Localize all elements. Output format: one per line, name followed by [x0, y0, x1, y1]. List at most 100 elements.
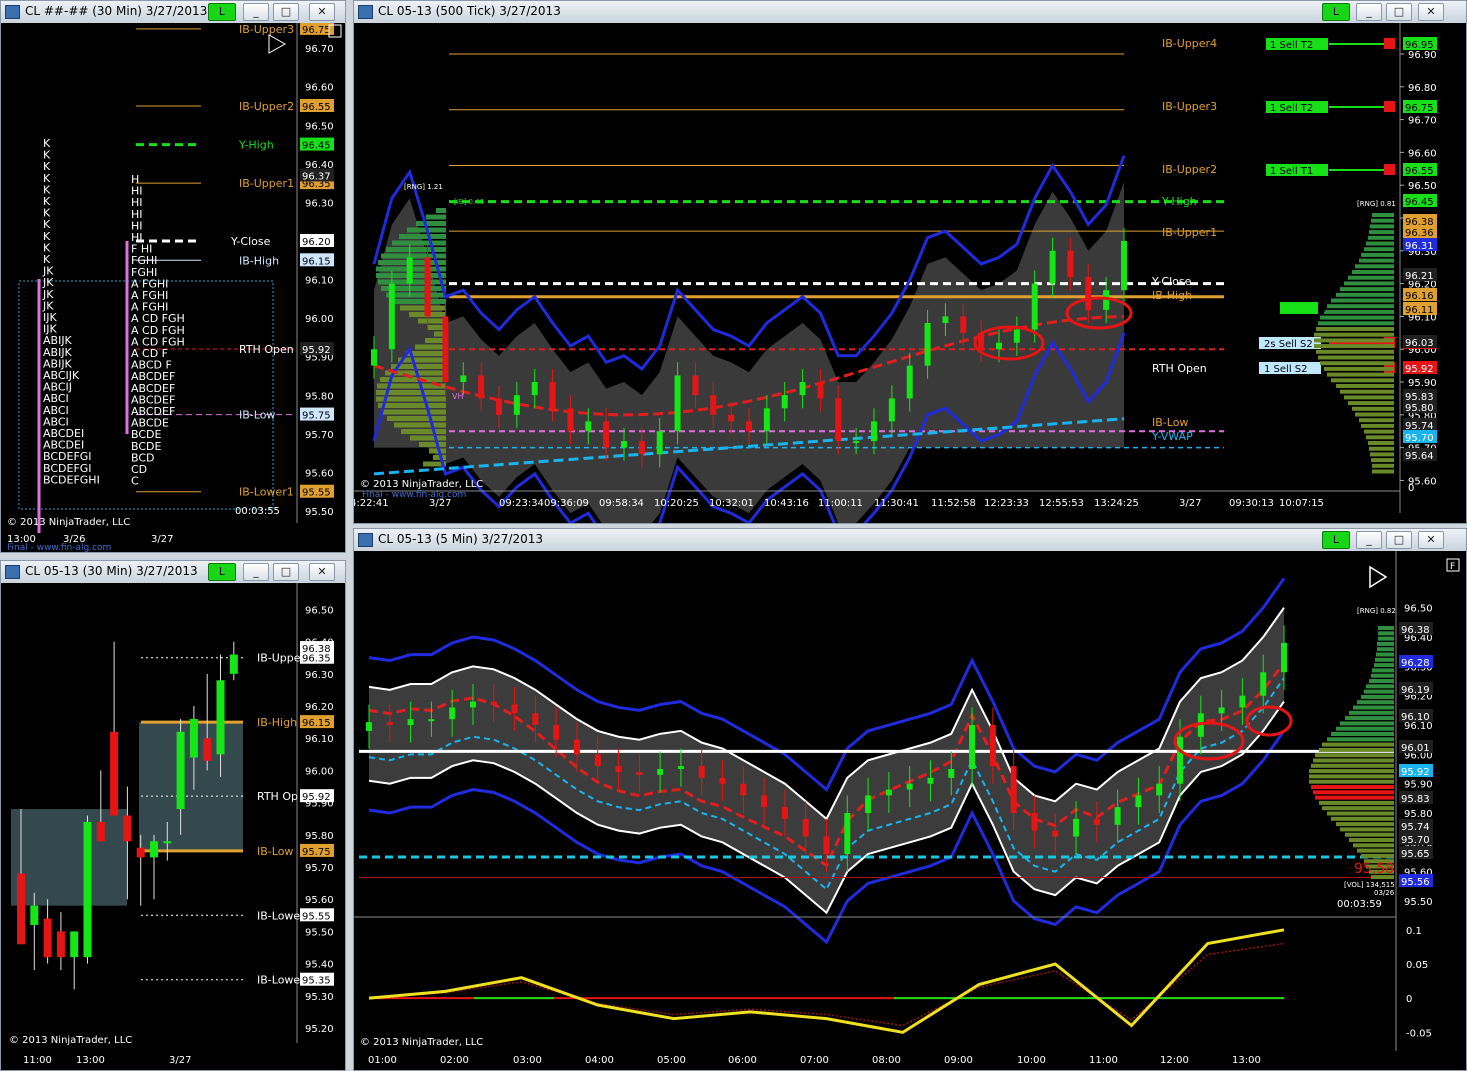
pnl-qty: 3 — [1320, 304, 1326, 315]
minimize-button[interactable]: _ — [1356, 3, 1382, 21]
order-label: 2s Sell S2 — [1264, 339, 1313, 350]
link-button[interactable]: L — [1322, 531, 1350, 549]
candle-body — [636, 771, 643, 775]
thirty-title: CL 05-13 (30 Min) 3/27/2013 — [25, 564, 198, 578]
candle-body — [163, 841, 172, 844]
maximize-button[interactable]: □ — [1386, 531, 1412, 549]
candle-body — [948, 769, 955, 778]
price-tick-label: 96.10 — [305, 734, 334, 745]
profile-bar — [1361, 423, 1394, 428]
footer-link: Final - www.fin-alg.com — [7, 543, 111, 552]
five-chart[interactable]: 96.5096.4096.3096.2096.1096.0095.9095.80… — [354, 551, 1466, 1070]
close-button[interactable]: ✕ — [309, 3, 335, 21]
order-label: 1 Sell S2 — [1264, 364, 1308, 375]
candle-body — [386, 722, 393, 726]
profile-bar — [394, 422, 446, 428]
candle-body — [30, 905, 39, 925]
price-tick-label: 96.30 — [305, 670, 334, 681]
thirty-titlebar[interactable]: CL 05-13 (30 Min) 3/27/2013 L _ □ ✕ — [1, 561, 345, 584]
profile-bar — [1369, 230, 1394, 235]
candle-body — [43, 918, 52, 958]
price-tick-label: 95.80 — [1404, 809, 1433, 820]
right-tag: 96.31 — [1405, 241, 1434, 252]
profile-bar — [1349, 710, 1394, 715]
profile-bar — [1331, 816, 1394, 821]
candle-body — [969, 725, 976, 770]
candle-body — [865, 795, 872, 814]
five-window[interactable]: CL 05-13 (5 Min) 3/27/2013 L _ □ ✕ 96.50… — [353, 528, 1467, 1071]
profile-bar — [1320, 361, 1394, 366]
candle-body — [1177, 736, 1184, 784]
right-tag: 95.65 — [1401, 849, 1430, 860]
five-titlebar[interactable]: CL 05-13 (5 Min) 3/27/2013 L _ □ ✕ — [354, 529, 1466, 552]
thirty-window[interactable]: CL 05-13 (30 Min) 3/27/2013 L _ □ ✕ 96.5… — [0, 560, 346, 1071]
profile-bar — [1309, 769, 1394, 774]
profile-bar — [1314, 332, 1394, 337]
candle-body — [442, 316, 449, 383]
time-label: 07:00 — [800, 1055, 829, 1066]
time-label: 03:00 — [513, 1055, 542, 1066]
profile-bar — [1316, 349, 1394, 354]
tpo-chart[interactable]: 96.7096.6096.5096.4096.3096.2096.1096.00… — [1, 23, 345, 552]
candle-body — [746, 421, 752, 432]
right-tag: 96.28 — [1401, 658, 1430, 669]
candle-body — [123, 815, 132, 842]
candle-body — [621, 441, 627, 448]
candle-body — [1067, 250, 1074, 278]
link-button[interactable]: L — [208, 3, 236, 21]
profile-bar — [1361, 694, 1394, 699]
level-tag: 96.35 — [302, 654, 331, 665]
tpo-window[interactable]: CL ##-## (30 Min) 3/27/2013 L _ □ ✕ 96.7… — [0, 0, 346, 553]
candle-body — [1031, 813, 1038, 831]
time-label: 11:30:41 — [874, 498, 919, 509]
link-button[interactable]: L — [1322, 3, 1350, 21]
profile-bar — [1340, 287, 1394, 292]
tick-chart[interactable]: 96.9096.8096.7096.6096.5096.4096.3096.20… — [354, 23, 1466, 523]
candle-body — [513, 395, 520, 415]
range-left: [RNG] 1.21 — [404, 183, 443, 191]
level-label: IB-Upper — [257, 652, 306, 665]
pnl-value: 0.27 — [1282, 304, 1304, 315]
profile-bar — [1378, 626, 1394, 630]
candle-body — [17, 873, 25, 945]
close-button[interactable]: ✕ — [1418, 3, 1444, 21]
profile-bar — [1355, 264, 1394, 269]
tpo-titlebar[interactable]: CL ##-## (30 Min) 3/27/2013 L _ □ ✕ — [1, 1, 345, 24]
minimize-button[interactable]: _ — [243, 3, 269, 21]
candle-body — [567, 408, 574, 432]
level-tag: 95.92 — [302, 345, 331, 356]
maximize-button[interactable]: □ — [273, 3, 299, 21]
time-label: 13:00 — [76, 1055, 105, 1066]
level-label: IB-High — [257, 716, 297, 729]
link-button[interactable]: L — [208, 563, 236, 581]
profile-bar — [1366, 435, 1394, 440]
candle-body — [1073, 818, 1080, 837]
profile-bar — [1371, 218, 1394, 223]
candle-body — [585, 421, 592, 432]
level-tag: 96.20 — [302, 237, 331, 248]
maximize-button[interactable]: □ — [1386, 3, 1412, 21]
close-button[interactable]: ✕ — [309, 563, 335, 581]
osc-tick-label: -0.05 — [1406, 1028, 1432, 1039]
right-tag: 96.45 — [1405, 197, 1434, 208]
close-button[interactable]: ✕ — [1418, 531, 1444, 549]
candle-body — [1239, 695, 1246, 708]
timer: 00:03:59 — [1337, 899, 1382, 910]
thirty-chart[interactable]: 96.5096.4096.3096.2096.1096.0095.9095.80… — [1, 583, 345, 1070]
profile-bar — [1318, 321, 1394, 326]
time-label: 11:00 — [23, 1055, 52, 1066]
vh-label: VH — [452, 392, 464, 401]
level-label: IB-Upper2 — [1162, 163, 1217, 176]
minimize-button[interactable]: _ — [1356, 531, 1382, 549]
candle-body — [942, 316, 949, 323]
osc-tick-label: 0 — [1406, 994, 1412, 1005]
time-label: 3/27 — [151, 534, 173, 545]
maximize-button[interactable]: □ — [273, 563, 299, 581]
tick-window[interactable]: CL 05-13 (500 Tick) 3/27/2013 L _ □ ✕ 96… — [353, 0, 1467, 524]
level-tag: 96.55 — [302, 102, 331, 113]
profile-bar — [1377, 641, 1394, 646]
candle-body — [1260, 672, 1267, 696]
minimize-button[interactable]: _ — [243, 563, 269, 581]
level-label: IB-Upper3 — [239, 23, 294, 36]
tick-titlebar[interactable]: CL 05-13 (500 Tick) 3/27/2013 L _ □ ✕ — [354, 1, 1466, 24]
